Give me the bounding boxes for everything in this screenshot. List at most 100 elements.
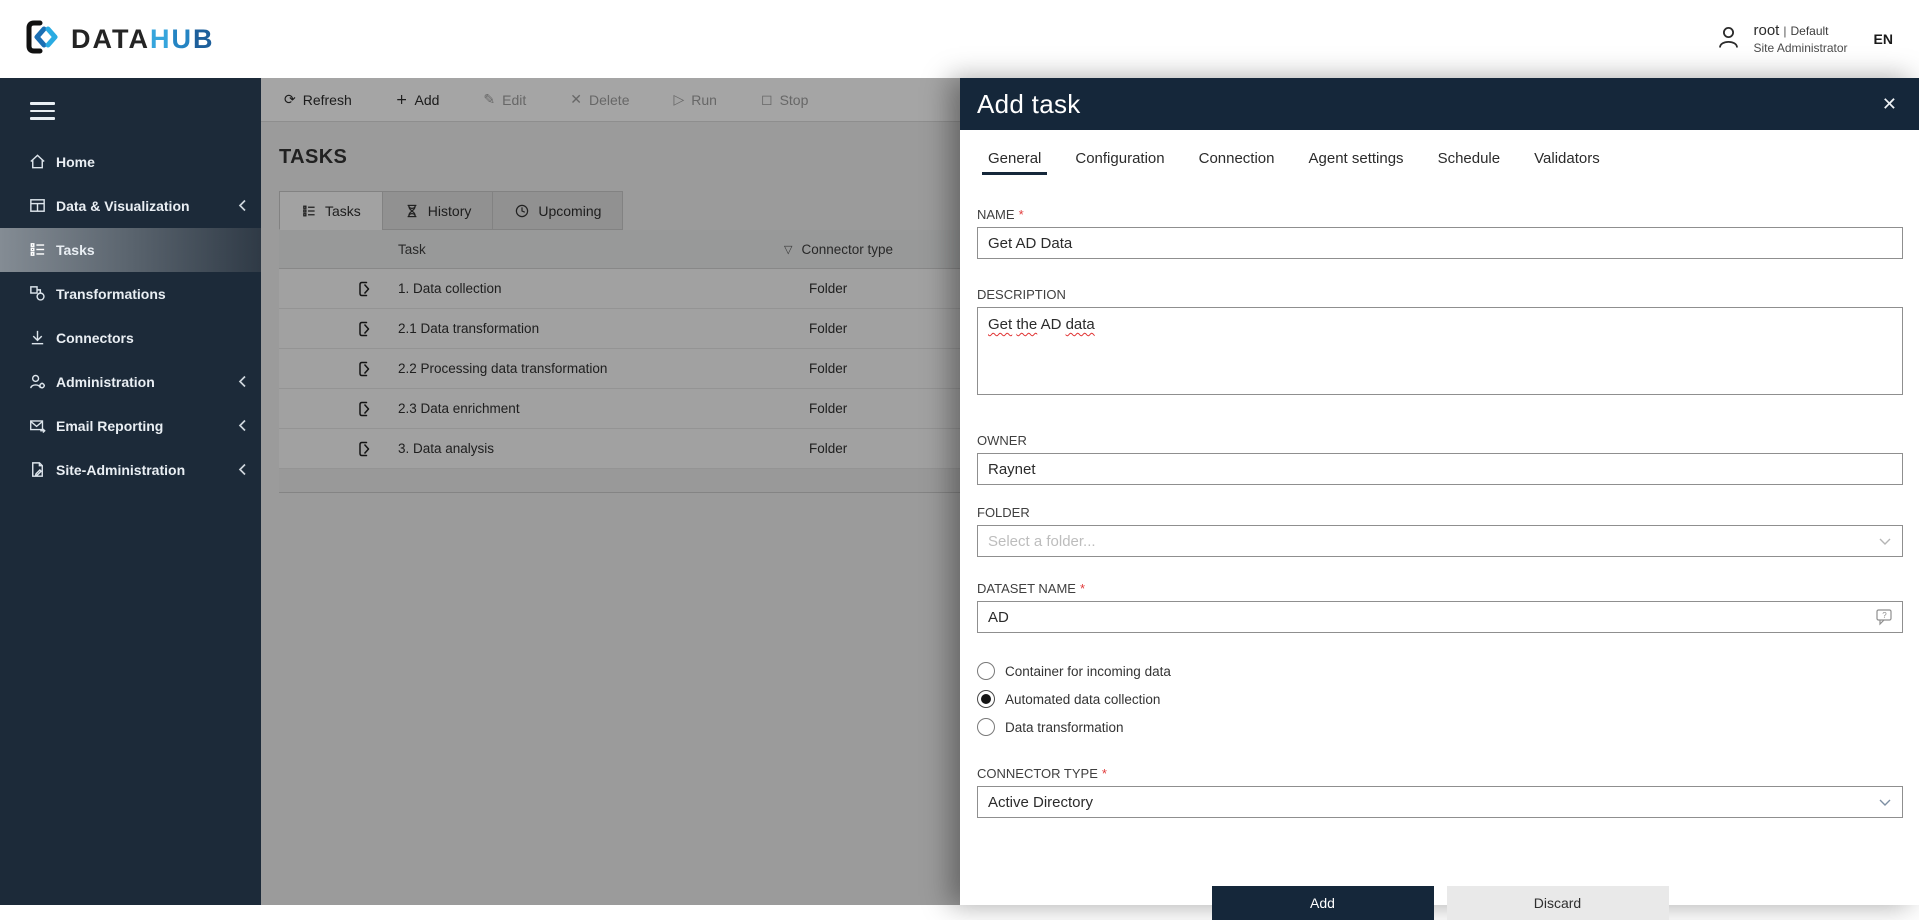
page-title: TASKS (279, 146, 960, 169)
radio-container-for-incoming-data[interactable]: Container for incoming data (977, 661, 1903, 681)
brand-name: DATAHUB (71, 24, 214, 55)
description-textarea[interactable]: Get the AD data (977, 307, 1903, 395)
language-selector[interactable]: EN (1874, 31, 1893, 47)
comment-icon[interactable]: ? (1875, 608, 1894, 626)
table-row[interactable]: 3. Data analysis Folder (279, 429, 960, 469)
refresh-icon: ⟳ (284, 92, 296, 108)
table-row[interactable]: 2.2 Processing data transformation Folde… (279, 349, 960, 389)
name-field-group: NAME* (977, 207, 1903, 259)
dataset-name-field-group: DATASET NAME* ? (977, 581, 1903, 633)
user-name: root (1754, 22, 1780, 39)
owner-input[interactable] (977, 453, 1903, 485)
top-bar: DATAHUB root|Default Site Administrator … (0, 0, 1919, 78)
sidebar-item-data-visualization[interactable]: Data & Visualization (0, 184, 261, 228)
clock-icon (514, 203, 530, 219)
user-role: Site Administrator (1754, 41, 1848, 56)
folder-field-group: FOLDER Select a folder... (977, 505, 1903, 557)
radio-circle-icon (977, 662, 995, 680)
radio-automated-data-collection[interactable]: Automated data collection (977, 689, 1903, 709)
name-label: NAME (977, 207, 1015, 222)
user-tenant: Default (1790, 24, 1828, 38)
sidebar-item-email-reporting[interactable]: Email Reporting (0, 404, 261, 448)
tab-connection[interactable]: Connection (1193, 150, 1281, 175)
discard-button[interactable]: Discard (1447, 886, 1669, 920)
svg-text:?: ? (1882, 611, 1887, 620)
radio-data-transformation[interactable]: Data transformation (977, 717, 1903, 737)
modal-actions: Add Discard (977, 886, 1903, 920)
tab-schedule[interactable]: Schedule (1432, 150, 1507, 175)
delete-button[interactable]: ✕ Delete (570, 92, 629, 108)
user-gear-icon (28, 372, 47, 391)
sidebar-item-home[interactable]: Home (0, 140, 261, 184)
tab-tasks[interactable]: Tasks (279, 191, 382, 230)
task-list-icon (301, 203, 317, 219)
pencil-icon: ✎ (483, 92, 495, 108)
sidebar-item-connectors[interactable]: Connectors (0, 316, 261, 360)
task-folder-icon (355, 439, 375, 459)
tab-validators[interactable]: Validators (1528, 150, 1606, 175)
tasks-toolbar: ⟳ Refresh + Add ✎ Edit ✕ Delete ▷ Run ◻ … (261, 78, 960, 122)
task-type-radio-group: Container for incoming data Automated da… (977, 661, 1903, 737)
stop-icon: ◻ (761, 92, 773, 108)
view-tabs: Tasks History Upcoming (279, 191, 960, 230)
dashboard-icon (28, 196, 47, 215)
add-task-submit-button[interactable]: Add (1212, 886, 1434, 920)
hourglass-icon (404, 203, 420, 219)
radio-circle-icon (977, 718, 995, 736)
chevron-left-icon (237, 462, 247, 477)
filter-dropdown-icon[interactable]: ▽ (784, 243, 792, 256)
download-icon (28, 328, 47, 347)
sidebar: Home Data & Visualization Tasks Transfor… (0, 78, 261, 905)
chevron-down-icon (1879, 799, 1891, 807)
tab-upcoming[interactable]: Upcoming (492, 191, 623, 230)
task-folder-icon (355, 399, 375, 419)
tab-agent-settings[interactable]: Agent settings (1303, 150, 1410, 175)
name-input[interactable] (977, 227, 1903, 259)
tab-history[interactable]: History (382, 191, 493, 230)
folder-placeholder: Select a folder... (988, 533, 1096, 550)
sidebar-nav: Home Data & Visualization Tasks Transfor… (0, 140, 261, 492)
refresh-button[interactable]: ⟳ Refresh (284, 92, 352, 108)
folder-select[interactable]: Select a folder... (977, 525, 1903, 557)
task-folder-icon (355, 359, 375, 379)
app-logo[interactable]: DATAHUB (22, 17, 214, 62)
table-row[interactable]: 2.3 Data enrichment Folder (279, 389, 960, 429)
topbar-right: root|Default Site Administrator EN (1715, 22, 1902, 56)
add-button[interactable]: + Add (396, 92, 440, 108)
dataset-name-input[interactable] (977, 601, 1903, 633)
stop-button[interactable]: ◻ Stop (761, 92, 808, 108)
user-info[interactable]: root|Default Site Administrator (1754, 22, 1848, 56)
radio-circle-icon (977, 690, 995, 708)
modal-title: Add task (977, 89, 1081, 120)
sidebar-item-transformations[interactable]: Transformations (0, 272, 261, 316)
home-icon (28, 152, 47, 171)
connector-type-label: CONNECTOR TYPE (977, 766, 1098, 781)
run-button[interactable]: ▷ Run (673, 92, 716, 108)
sidebar-item-tasks[interactable]: Tasks (0, 228, 261, 272)
owner-label: OWNER (977, 433, 1027, 448)
chevron-left-icon (237, 198, 247, 213)
tab-configuration[interactable]: Configuration (1069, 150, 1170, 175)
description-field-group: DESCRIPTION Get the AD data (977, 287, 1903, 395)
sidebar-item-administration[interactable]: Administration (0, 360, 261, 404)
table-row[interactable]: 1. Data collection Folder (279, 269, 960, 309)
sidebar-item-site-administration[interactable]: Site-Administration (0, 448, 261, 492)
required-asterisk: * (1102, 766, 1107, 781)
chevron-left-icon (237, 374, 247, 389)
task-list-icon (28, 240, 47, 259)
connector-type-select[interactable]: Active Directory (977, 786, 1903, 818)
tab-general[interactable]: General (982, 150, 1047, 175)
owner-field-group: OWNER (977, 433, 1903, 485)
connector-type-value: Active Directory (988, 794, 1093, 811)
user-icon[interactable] (1715, 24, 1742, 55)
hamburger-menu-icon[interactable] (30, 102, 55, 120)
table-header: Task ▽ Connector type (279, 230, 960, 269)
transformations-icon (28, 284, 47, 303)
table-footer (279, 469, 960, 493)
table-row[interactable]: 2.1 Data transformation Folder (279, 309, 960, 349)
close-icon[interactable]: ✕ (1882, 94, 1897, 115)
modal-header: Add task ✕ (960, 78, 1919, 130)
column-header-task[interactable]: Task (398, 242, 784, 257)
edit-button[interactable]: ✎ Edit (483, 92, 526, 108)
column-header-connector-type[interactable]: Connector type (801, 242, 893, 257)
